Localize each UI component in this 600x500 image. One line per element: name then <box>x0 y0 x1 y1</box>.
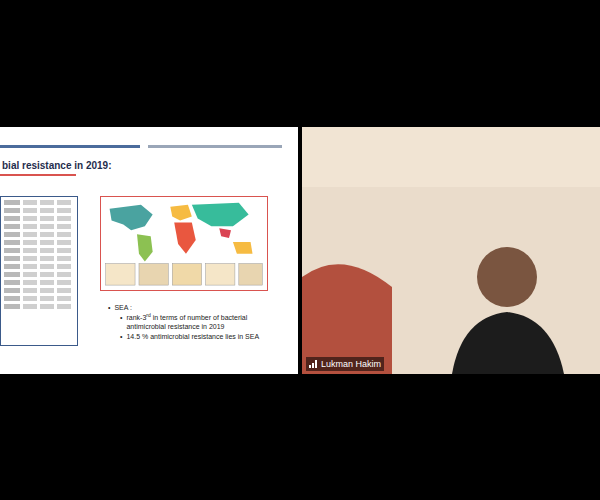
table-row <box>4 272 74 277</box>
slide-table <box>0 196 78 346</box>
table-row <box>4 256 74 261</box>
meeting-window: bial resistance in 2019: •SEA :•rank-3rd … <box>0 0 600 500</box>
table-row <box>4 264 74 269</box>
table-row <box>4 248 74 253</box>
signal-icon <box>309 360 318 368</box>
name-label: Lukman Hakim <box>306 357 384 371</box>
slide-title: bial resistance in 2019: <box>0 158 298 173</box>
slide-notes: •SEA :•rank-3rd in terms of number of ba… <box>100 303 270 341</box>
slide-bullet: •14.5 % antimicrobial resistance lies in… <box>120 332 270 341</box>
table-row <box>4 232 74 237</box>
table-row <box>4 304 74 309</box>
video-tile: Lukman Hakim <box>302 127 600 374</box>
table-row <box>4 240 74 245</box>
table-row <box>4 216 74 221</box>
shared-slide: bial resistance in 2019: •SEA :•rank-3rd … <box>0 127 298 374</box>
table-row <box>4 200 74 205</box>
table-row <box>4 288 74 293</box>
table-row <box>4 280 74 285</box>
table-row <box>4 208 74 213</box>
world-map-icon <box>100 196 268 291</box>
slide-bullet: •rank-3rd in terms of number of bacteria… <box>120 313 270 331</box>
table-row <box>4 224 74 229</box>
speaker-video-icon <box>302 127 600 374</box>
table-row <box>4 296 74 301</box>
